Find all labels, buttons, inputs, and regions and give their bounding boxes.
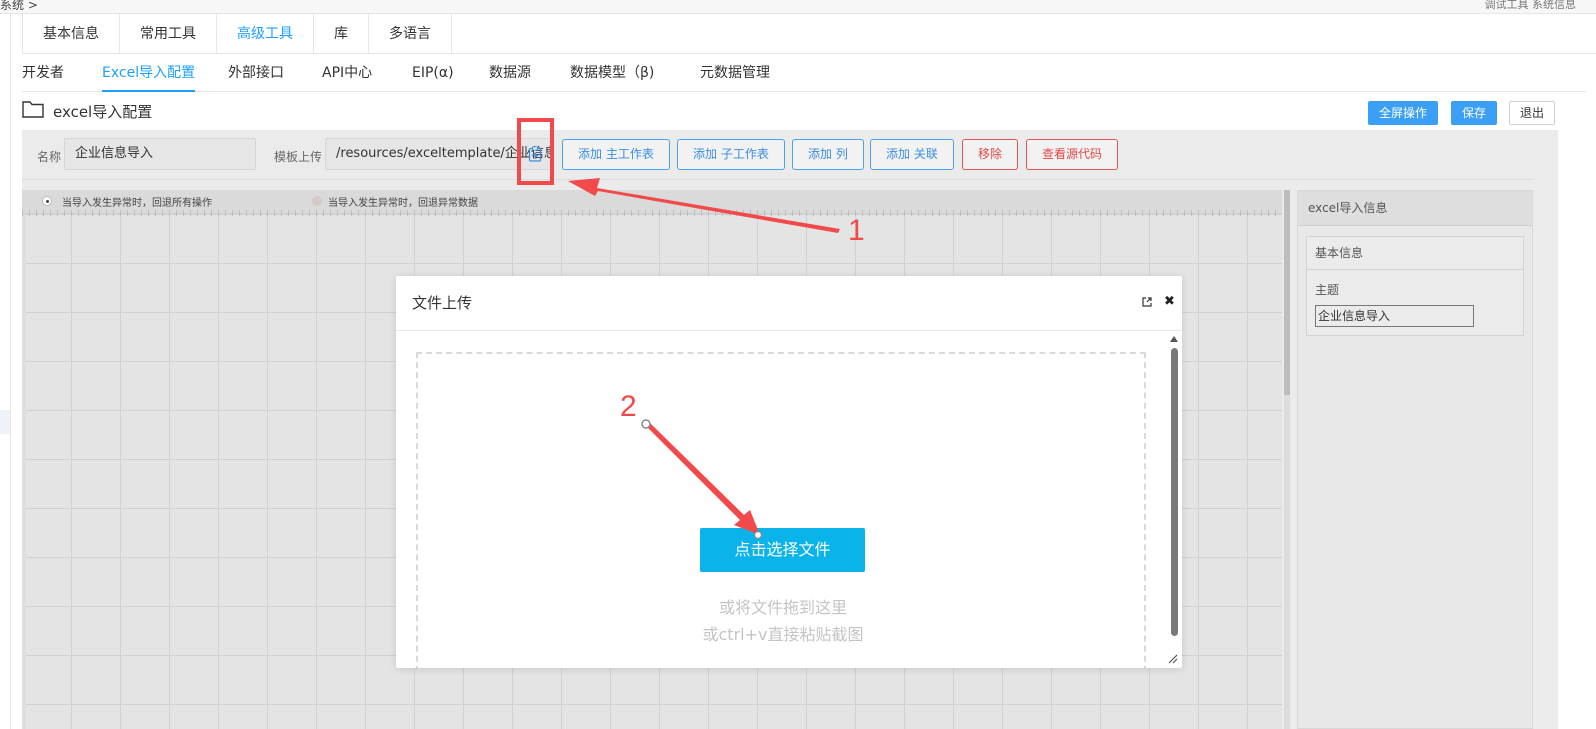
drag-hint: 或将文件拖到这里 xyxy=(718,598,847,617)
name-label: 名称 xyxy=(37,150,62,164)
tab-data-source[interactable]: 数据源 xyxy=(489,56,531,92)
remove-button[interactable]: 移除 xyxy=(962,139,1019,170)
dialog-title: 文件上传 xyxy=(412,294,473,312)
tab-excel-import-config[interactable]: Excel导入配置 xyxy=(102,56,196,92)
radio-rollback-all[interactable] xyxy=(42,196,52,206)
left-nav-highlight xyxy=(0,410,10,434)
panel-title: excel导入信息 xyxy=(1298,191,1532,226)
rollback-error-label: 当导入发生异常时，回退异常数据 xyxy=(328,198,478,209)
save-button[interactable]: 保存 xyxy=(1451,101,1498,125)
dialog-scrollbar[interactable] xyxy=(1170,336,1178,666)
left-ruler xyxy=(22,216,26,729)
maximize-icon[interactable] xyxy=(1142,297,1152,307)
paste-hint: 或ctrl+v直接粘贴截图 xyxy=(702,625,864,644)
tab-external-interface[interactable]: 外部接口 xyxy=(228,56,284,92)
tab-library[interactable]: 库 xyxy=(314,14,369,54)
tab-advanced-tools[interactable]: 高级工具 xyxy=(217,14,314,54)
file-drop-zone[interactable]: 点击选择文件 或将文件拖到这里 或ctrl+v直接粘贴截图 xyxy=(416,352,1146,668)
tab-api-center[interactable]: API中心 xyxy=(322,56,372,92)
folder-icon xyxy=(22,101,44,118)
ruler-ticks xyxy=(22,210,1282,216)
secondary-tabs: 开发者 Excel导入配置 外部接口 API中心 EIP(α) 数据源 数据模型… xyxy=(22,56,1586,92)
rollback-all-label: 当导入发生异常时，回退所有操作 xyxy=(62,198,212,209)
page-title: excel导入配置 xyxy=(53,103,153,121)
tab-basic-info[interactable]: 基本信息 xyxy=(22,14,120,54)
excel-import-info-panel: excel导入信息 基本信息 主题 企业信息导入 xyxy=(1297,190,1533,729)
add-relation-button[interactable]: 添加 关联 xyxy=(870,139,954,170)
file-upload-dialog: 文件上传 ✖ 点击选择文件 或将文件拖到这里 或ctrl+v直接粘贴截图 xyxy=(396,276,1182,668)
breadcrumb: 系统 > xyxy=(0,0,38,12)
radio-rollback-error[interactable] xyxy=(312,196,322,206)
resize-handle-icon[interactable] xyxy=(1166,652,1178,664)
top-bar: 系统 > 调试工具 系统信息 xyxy=(0,0,1596,14)
tab-data-model[interactable]: 数据模型（β) xyxy=(570,56,654,92)
tab-multilanguage[interactable]: 多语言 xyxy=(369,14,452,54)
tab-metadata-management[interactable]: 元数据管理 xyxy=(700,56,770,92)
template-path-input[interactable]: /resources/exceltemplate/企业信息导入.xlsx xyxy=(325,138,553,170)
upload-file-icon[interactable] xyxy=(528,146,542,162)
config-form-row: 名称 企业信息导入 模板上传 /resources/exceltemplate/… xyxy=(22,130,1532,180)
dialog-scrollbar-thumb[interactable] xyxy=(1171,348,1178,636)
template-upload-label: 模板上传 xyxy=(274,150,323,164)
canvas-scrollbar[interactable] xyxy=(1284,190,1290,729)
view-source-button[interactable]: 查看源代码 xyxy=(1026,139,1119,170)
exit-button[interactable]: 退出 xyxy=(1509,101,1556,125)
scroll-up-icon[interactable] xyxy=(1170,336,1178,342)
dialog-header: 文件上传 ✖ xyxy=(396,276,1182,331)
tab-common-tools[interactable]: 常用工具 xyxy=(120,14,217,54)
add-column-button[interactable]: 添加 列 xyxy=(792,139,864,170)
add-main-sheet-button[interactable]: 添加 主工作表 xyxy=(562,139,670,170)
subject-input[interactable]: 企业信息导入 xyxy=(1315,305,1474,327)
tab-developer[interactable]: 开发者 xyxy=(22,56,64,92)
section-title: 基本信息 xyxy=(1307,237,1523,270)
basic-info-section: 基本信息 主题 企业信息导入 xyxy=(1306,236,1524,336)
page-header: excel导入配置 全屏操作 保存 退出 xyxy=(22,96,1558,128)
top-right-links[interactable]: 调试工具 系统信息 xyxy=(1485,0,1577,12)
primary-tabs: 基本信息 常用工具 高级工具 库 多语言 xyxy=(22,14,1596,54)
subject-label: 主题 xyxy=(1315,283,1340,297)
tab-eip[interactable]: EIP(α) xyxy=(412,56,454,92)
canvas-scrollbar-thumb[interactable] xyxy=(1284,190,1290,395)
name-input[interactable]: 企业信息导入 xyxy=(64,138,256,170)
close-icon[interactable]: ✖ xyxy=(1164,295,1175,309)
left-divider xyxy=(10,14,11,729)
add-sub-sheet-button[interactable]: 添加 子工作表 xyxy=(677,139,785,170)
choose-file-button[interactable]: 点击选择文件 xyxy=(700,528,865,572)
fullscreen-button[interactable]: 全屏操作 xyxy=(1368,101,1439,125)
